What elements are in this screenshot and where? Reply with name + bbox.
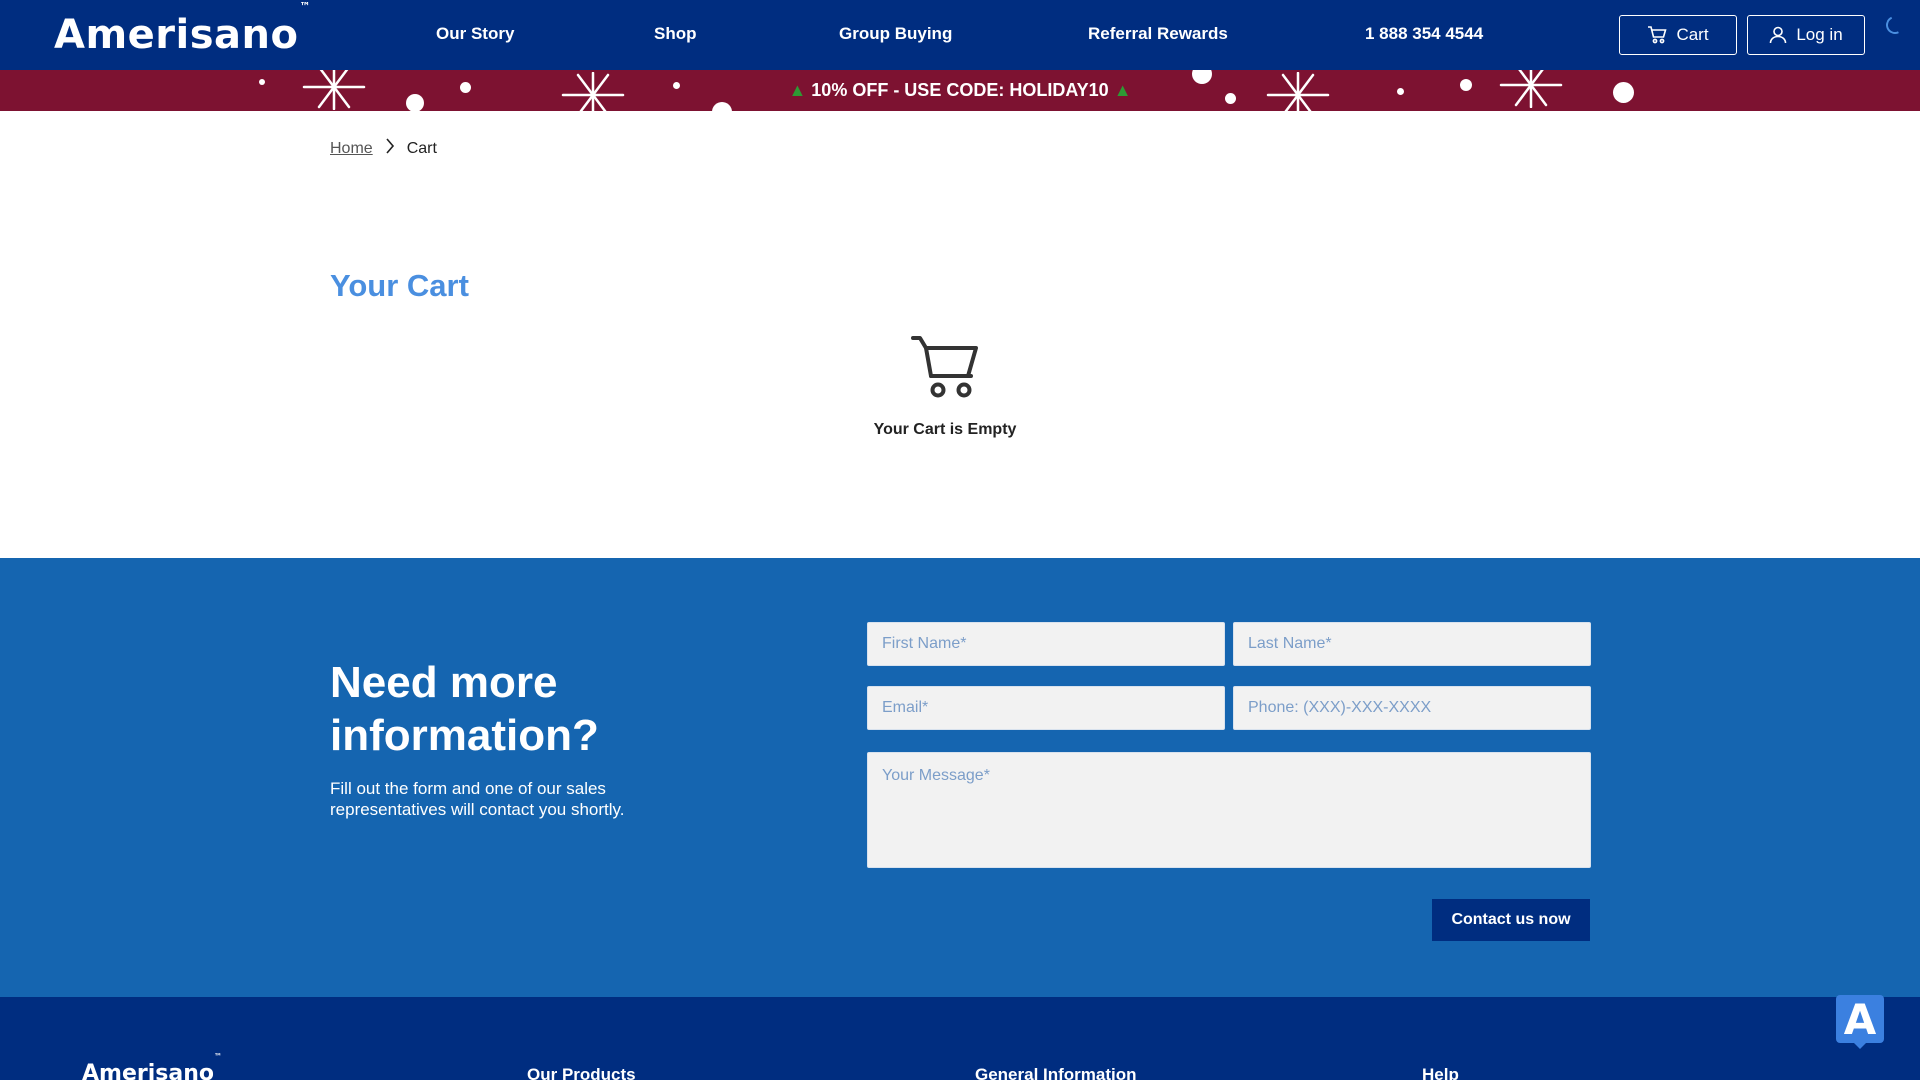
- contact-subtext: Fill out the form and one of our sales r…: [330, 779, 625, 819]
- nav-group-buying[interactable]: Group Buying: [839, 24, 952, 44]
- widget-tail: [1852, 1041, 1868, 1049]
- user-icon: [1769, 26, 1787, 44]
- accessibility-widget-icon[interactable]: A: [1836, 995, 1884, 1044]
- snow-dot: [712, 102, 732, 111]
- breadcrumb-current: Cart: [406, 139, 437, 157]
- contact-section: Need more information? Fill out the form …: [0, 558, 1920, 997]
- breadcrumb-home-link[interactable]: Home: [330, 140, 373, 158]
- email-field[interactable]: Email*: [867, 686, 1225, 730]
- last-name-field[interactable]: Last Name*: [1233, 622, 1591, 666]
- cart-icon: [1647, 26, 1667, 44]
- login-label: Log in: [1796, 25, 1843, 44]
- site-footer: Amerisano™ Our Products General Informat…: [0, 997, 1920, 1080]
- footer-heading-general-info: General Information: [975, 1065, 1137, 1080]
- chevron-right-icon: [385, 138, 395, 159]
- shopping-cart-icon: [911, 335, 979, 406]
- header-cart-label: Cart: [1676, 25, 1709, 44]
- footer-logo[interactable]: Amerisano™: [82, 1052, 222, 1080]
- site-header: Amerisano™ Our Story Shop Group Buying R…: [0, 0, 1920, 70]
- message-field[interactable]: Your Message*: [867, 752, 1591, 868]
- phone-field[interactable]: Phone: (XXX)-XXX-XXXX: [1233, 686, 1591, 730]
- nav-shop[interactable]: Shop: [654, 24, 697, 44]
- empty-cart-message: Your Cart is Empty: [873, 421, 1017, 438]
- contact-heading: Need more information?: [330, 658, 599, 760]
- page-title: Your Cart: [330, 268, 469, 303]
- nav-our-story[interactable]: Our Story: [436, 24, 514, 44]
- first-name-field[interactable]: First Name*: [867, 622, 1225, 666]
- footer-heading-products: Our Products: [527, 1065, 636, 1080]
- christmas-tree-icon: ▲: [788, 80, 807, 100]
- login-button[interactable]: Log in: [1747, 15, 1865, 55]
- breadcrumb: Home Cart: [330, 138, 437, 159]
- contact-us-button[interactable]: Contact us now: [1432, 899, 1590, 941]
- header-cart-button[interactable]: Cart: [1619, 15, 1737, 55]
- promo-label: 10% OFF - USE CODE: HOLIDAY10: [811, 80, 1109, 100]
- promo-banner: ▲ 10% OFF - USE CODE: HOLIDAY10 ▲: [0, 70, 1920, 111]
- promo-text: ▲ 10% OFF - USE CODE: HOLIDAY10 ▲: [0, 80, 1920, 101]
- site-logo[interactable]: Amerisano™: [54, 0, 310, 58]
- christmas-tree-icon: ▲: [1113, 80, 1132, 100]
- nav-phone-number[interactable]: 1 888 354 4544: [1365, 24, 1483, 44]
- footer-heading-help: Help: [1422, 1065, 1459, 1080]
- loading-spinner-icon: [1883, 13, 1907, 37]
- nav-referral-rewards[interactable]: Referral Rewards: [1088, 24, 1228, 44]
